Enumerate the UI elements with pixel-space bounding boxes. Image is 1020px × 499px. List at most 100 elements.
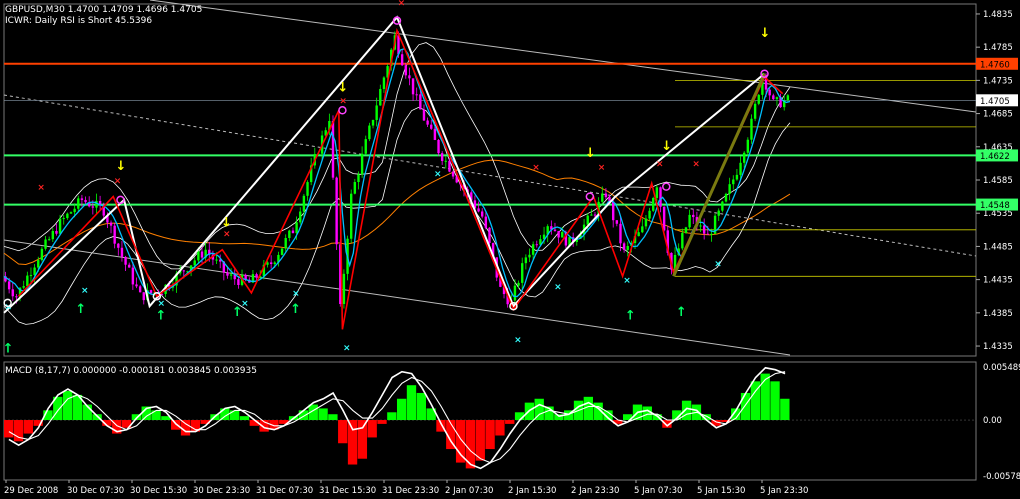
macd-bar <box>328 414 338 421</box>
macd-bar <box>23 420 33 434</box>
macd-bar <box>485 420 495 450</box>
candle-body <box>77 198 80 209</box>
cross-icon: × <box>292 289 300 299</box>
price-tick-label: 1.4385 <box>983 309 1013 319</box>
macd-bar <box>770 381 780 421</box>
chart-window: ↓↓↓↓ ↓↓↑↑ ↑ ↑ ↑ ↑ ↑××× ×××××××××××××× × × × 1.4835… <box>0 0 1020 499</box>
candle-body <box>619 223 622 244</box>
candle-body <box>517 282 520 286</box>
candle-body <box>302 195 306 212</box>
price-tick-label: 1.4435 <box>983 276 1013 286</box>
candle-body <box>659 187 662 207</box>
candle-body <box>364 139 367 154</box>
candle-body <box>768 89 771 96</box>
candle-body <box>29 275 33 277</box>
candle-body <box>531 244 535 255</box>
macd-bar <box>505 420 515 424</box>
macd-tick-label: 0.00 <box>983 416 1002 426</box>
candle-body <box>80 198 84 200</box>
macd-bar <box>760 373 770 421</box>
candle-body <box>750 118 753 140</box>
macd-bar <box>338 420 348 444</box>
candle-body <box>732 179 735 185</box>
candle-body <box>15 296 18 298</box>
candle-body <box>226 272 229 276</box>
candle-body <box>58 218 62 234</box>
candle-body <box>280 248 284 255</box>
candle-body <box>120 247 124 257</box>
level-tag-label: 1.4548 <box>980 201 1010 211</box>
candle-body <box>433 128 437 140</box>
level-tag-label: 1.4622 <box>980 152 1010 162</box>
time-label: 31 Dec 15:30 <box>319 486 376 496</box>
candle-body <box>215 259 218 261</box>
candle-body <box>724 193 728 202</box>
cross-icon: × <box>241 299 249 309</box>
candle-body <box>652 198 655 211</box>
candle-body <box>721 201 724 211</box>
candle-body <box>55 230 58 234</box>
candle-body <box>753 103 757 119</box>
candle-body <box>7 281 11 290</box>
candle-body <box>37 260 40 268</box>
candle-body <box>655 187 659 199</box>
time-label: 5 Jan 23:30 <box>760 486 808 496</box>
candle-body <box>229 274 233 276</box>
level-tag-label: 1.4705 <box>980 97 1010 107</box>
candle-body <box>360 153 364 175</box>
candle-body <box>288 230 291 238</box>
candle-body <box>342 273 346 304</box>
candle-body <box>255 274 258 278</box>
candle-body <box>138 286 142 293</box>
cross-icon: × <box>714 259 722 269</box>
candle-body <box>440 153 444 161</box>
candle-body <box>430 124 433 129</box>
price-tick-label: 1.4485 <box>983 242 1013 252</box>
candle-body <box>295 222 298 234</box>
candle-body <box>379 88 382 106</box>
candle-body <box>197 251 200 261</box>
price-tick-label: 1.4785 <box>983 43 1013 53</box>
time-label: 30 Dec 15:30 <box>130 486 187 496</box>
macd-bar <box>180 420 191 436</box>
cross-icon: × <box>598 163 606 173</box>
candle-body <box>193 260 196 266</box>
up-arrow-icon: ↑ <box>3 342 14 357</box>
candle-body <box>662 206 666 231</box>
macd-bar <box>367 420 377 438</box>
down-arrow-icon: ↓ <box>661 139 672 154</box>
price-tick-label: 1.4685 <box>983 110 1013 120</box>
candle-body <box>757 94 760 104</box>
macd-bar <box>347 420 358 465</box>
candle-body <box>415 94 418 96</box>
candle-body <box>728 184 731 194</box>
candle-body <box>22 286 25 288</box>
candle-body <box>306 182 309 196</box>
cross-icon: × <box>692 160 700 170</box>
candle-body <box>448 160 451 172</box>
candle-body <box>11 289 14 297</box>
macd-bar <box>534 398 544 421</box>
candle-body <box>142 292 145 301</box>
macd-bar <box>151 410 161 421</box>
cross-icon: × <box>114 176 122 186</box>
candle-body <box>411 78 415 95</box>
candle-body <box>357 174 360 183</box>
macd-bar <box>377 420 387 424</box>
candle-body <box>149 290 153 293</box>
macd-bar <box>387 412 397 421</box>
time-label: 5 Jan 15:30 <box>697 486 745 496</box>
candle-body <box>237 279 240 285</box>
candle-body <box>349 193 353 239</box>
candle-body <box>371 119 375 126</box>
candle-body <box>706 233 710 235</box>
candle-body <box>26 275 29 287</box>
candle-body <box>604 193 608 198</box>
candle-body <box>113 225 116 244</box>
down-arrow-icon: ↓ <box>337 81 348 96</box>
candle-body <box>692 214 695 218</box>
cross-icon: × <box>81 286 89 296</box>
candle-body <box>746 139 750 153</box>
candle-body <box>84 199 87 203</box>
candle-body <box>772 95 775 100</box>
